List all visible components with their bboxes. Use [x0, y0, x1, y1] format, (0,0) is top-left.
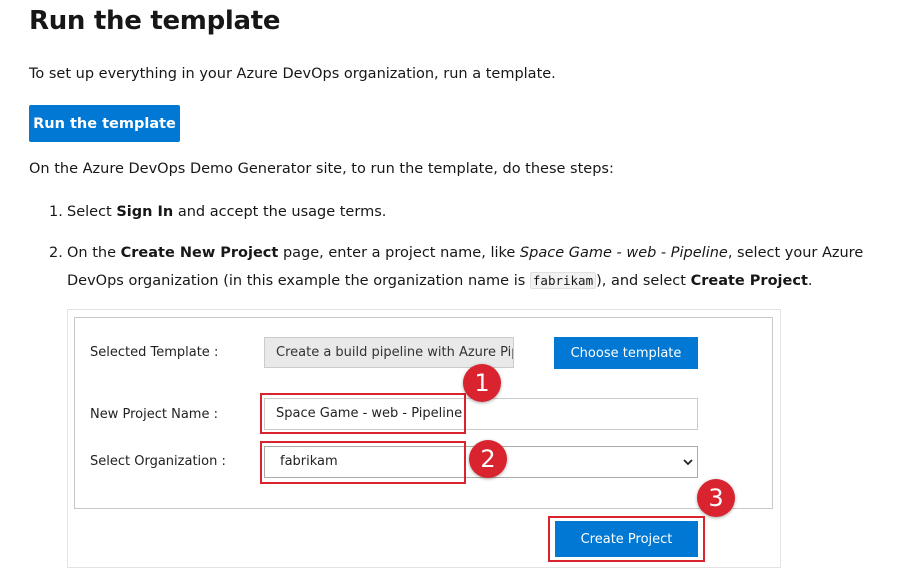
- selected-template-field: Create a build pipeline with Azure Pipel…: [264, 337, 514, 368]
- run-template-button[interactable]: Run the template: [29, 105, 180, 142]
- chevron-down-icon: [683, 459, 693, 466]
- step-text: Select Sign In and accept the usage term…: [67, 204, 387, 220]
- step-number: 2.: [49, 245, 63, 261]
- choose-template-button[interactable]: Choose template: [554, 337, 698, 369]
- callout-badge-3: 3: [697, 479, 735, 517]
- step-text: On the Create New Project page, enter a …: [67, 245, 864, 289]
- create-project-highlight: [548, 516, 705, 562]
- selected-template-label: Selected Template :: [90, 345, 219, 360]
- steps-intro-text: On the Azure DevOps Demo Generator site,…: [29, 161, 614, 177]
- callout-badge-2: 2: [469, 440, 507, 478]
- project-name-highlight: [260, 393, 466, 434]
- organization-label: Select Organization :: [90, 454, 226, 469]
- intro-text: To set up everything in your Azure DevOp…: [29, 66, 556, 82]
- callout-badge-1: 1: [463, 364, 501, 402]
- sign-in-term: Sign In: [116, 204, 174, 220]
- project-name-label: New Project Name :: [90, 407, 218, 422]
- org-name-code: fabrikam: [529, 272, 597, 289]
- step-number: 1.: [49, 204, 63, 220]
- page-heading: Run the template: [29, 6, 281, 36]
- organization-highlight: [260, 441, 466, 484]
